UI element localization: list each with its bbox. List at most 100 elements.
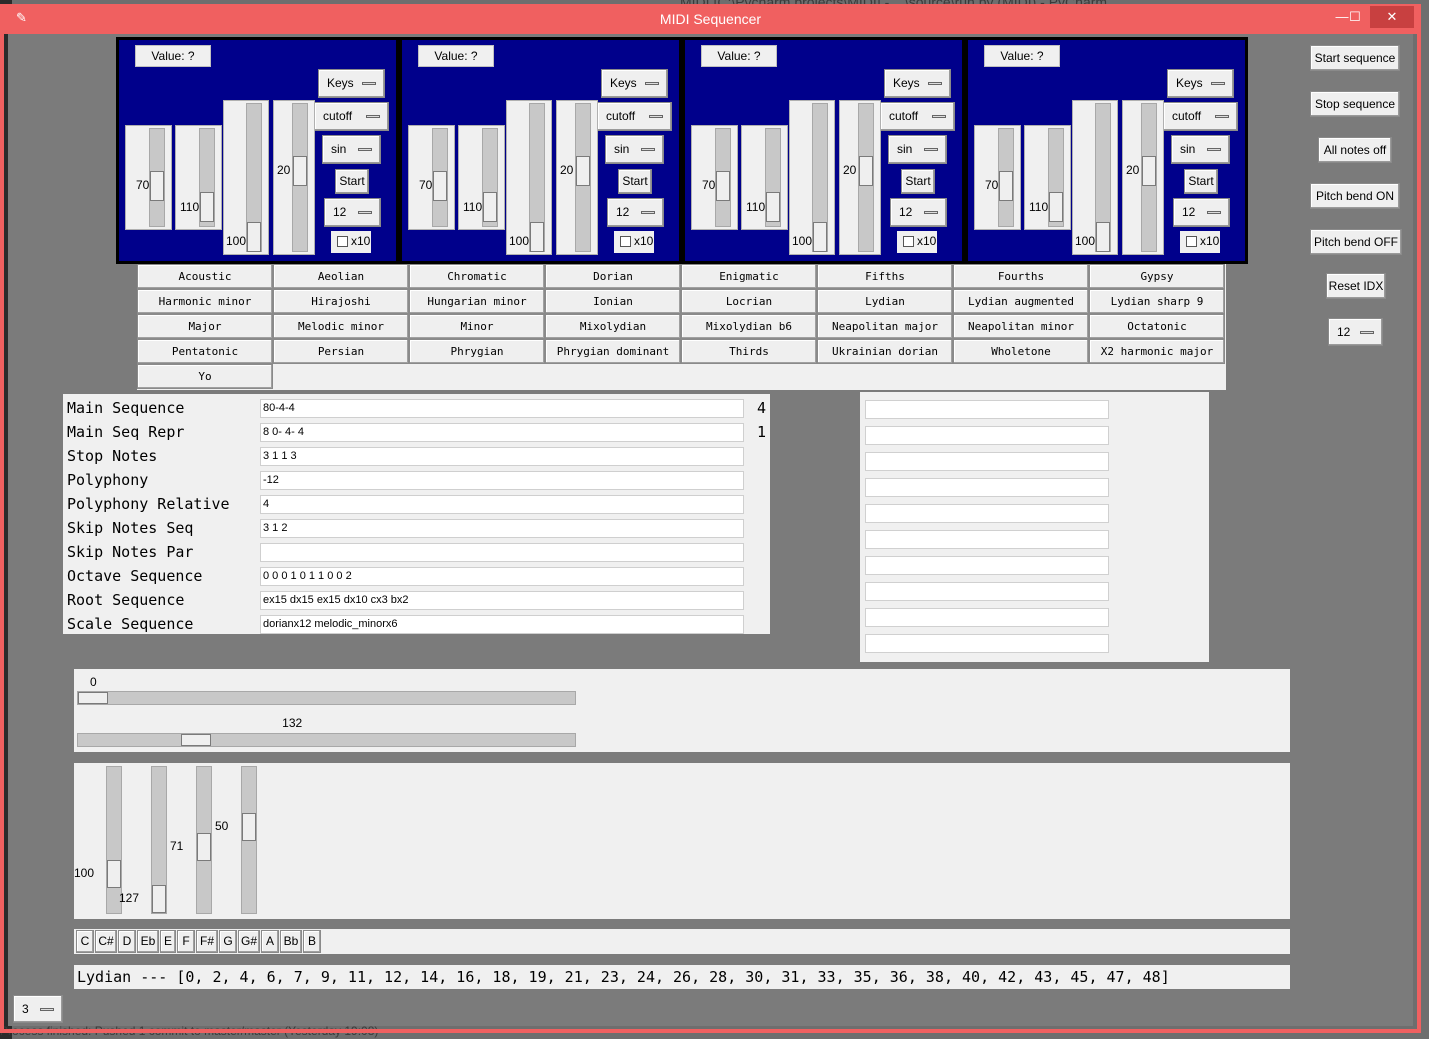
slider-thumb[interactable] bbox=[1049, 192, 1063, 222]
scale-button[interactable]: Chromatic bbox=[409, 264, 545, 289]
scale-button[interactable]: Lydian augmented bbox=[953, 289, 1089, 314]
mode-option-menu[interactable]: Keys bbox=[884, 69, 951, 98]
note-button[interactable]: Bb bbox=[280, 930, 302, 953]
scale-button[interactable]: Ionian bbox=[545, 289, 681, 314]
slider-trough[interactable] bbox=[715, 128, 731, 227]
hslider-2[interactable] bbox=[77, 733, 576, 747]
slider-thumb[interactable] bbox=[150, 171, 164, 201]
hslider-1-thumb[interactable] bbox=[78, 692, 108, 704]
slider-trough[interactable] bbox=[1095, 103, 1111, 252]
filter-option-menu[interactable]: cutoff bbox=[597, 102, 672, 131]
scale-button[interactable]: Harmonic minor bbox=[137, 289, 273, 314]
scale-button[interactable]: Major bbox=[137, 314, 273, 339]
scale-button[interactable]: Mixolydian b6 bbox=[681, 314, 817, 339]
wave-option-menu[interactable]: sin bbox=[322, 135, 381, 164]
scale-button[interactable]: Enigmatic bbox=[681, 264, 817, 289]
checkbox-box[interactable] bbox=[1186, 236, 1197, 247]
slider-thumb[interactable] bbox=[999, 171, 1013, 201]
scale-button[interactable]: Minor bbox=[409, 314, 545, 339]
filter-option-menu[interactable]: cutoff bbox=[1163, 102, 1238, 131]
slider-thumb[interactable] bbox=[433, 171, 447, 201]
note-button[interactable]: B bbox=[303, 930, 321, 953]
panel-slider-4[interactable]: 20 bbox=[839, 100, 881, 255]
slider-trough[interactable] bbox=[1048, 128, 1064, 227]
note-button[interactable]: E bbox=[160, 930, 176, 953]
scale-button[interactable]: Persian bbox=[273, 339, 409, 364]
sequence-entry[interactable] bbox=[865, 452, 1109, 471]
field-input[interactable] bbox=[260, 543, 744, 562]
sequence-entry[interactable] bbox=[865, 426, 1109, 445]
slider-trough[interactable] bbox=[292, 103, 308, 252]
sequence-entry[interactable] bbox=[865, 530, 1109, 549]
scale-button[interactable]: Mixolydian bbox=[545, 314, 681, 339]
note-button[interactable]: F bbox=[177, 930, 195, 953]
panel-slider-2[interactable]: 110 bbox=[175, 125, 222, 230]
note-button[interactable]: C bbox=[76, 930, 94, 953]
sequence-entry[interactable] bbox=[865, 634, 1109, 653]
slider-trough[interactable] bbox=[998, 128, 1014, 227]
note-button[interactable]: C# bbox=[95, 930, 117, 953]
slider-trough[interactable] bbox=[529, 103, 545, 252]
wave-option-menu[interactable]: sin bbox=[888, 135, 947, 164]
close-button[interactable]: ✕ bbox=[1370, 6, 1414, 28]
field-input[interactable]: 80-4-4 bbox=[260, 399, 744, 418]
field-input[interactable]: 4 bbox=[260, 495, 744, 514]
panel-slider-1[interactable]: 70 bbox=[125, 125, 172, 230]
slider-thumb[interactable] bbox=[200, 192, 214, 222]
slider-trough[interactable] bbox=[858, 103, 874, 252]
scale-button[interactable]: X2 harmonic major bbox=[1089, 339, 1225, 364]
scale-button[interactable]: Hirajoshi bbox=[273, 289, 409, 314]
sequence-entry[interactable] bbox=[865, 582, 1109, 601]
sequence-entry[interactable] bbox=[865, 608, 1109, 627]
slider-thumb[interactable] bbox=[576, 156, 590, 186]
checkbox-box[interactable] bbox=[903, 236, 914, 247]
hslider-1[interactable] bbox=[77, 691, 576, 705]
octave-option-menu[interactable]: 12 bbox=[1173, 198, 1230, 227]
start-button[interactable]: Start bbox=[1184, 169, 1218, 194]
scale-button[interactable]: Octatonic bbox=[1089, 314, 1225, 339]
stop-sequence-button[interactable]: Stop sequence bbox=[1310, 91, 1400, 117]
panel-slider-3[interactable]: 100 bbox=[789, 100, 835, 255]
note-button[interactable]: A bbox=[261, 930, 279, 953]
field-input[interactable]: 8 0- 4- 4 bbox=[260, 423, 744, 442]
field-input[interactable]: 3 1 1 3 bbox=[260, 447, 744, 466]
mode-option-menu[interactable]: Keys bbox=[601, 69, 668, 98]
scale-button[interactable]: Lydian bbox=[817, 289, 953, 314]
note-button[interactable]: G bbox=[219, 930, 237, 953]
mode-option-menu[interactable]: Keys bbox=[318, 69, 385, 98]
slider-thumb[interactable] bbox=[813, 222, 827, 252]
slider-thumb[interactable] bbox=[247, 222, 261, 252]
checkbox-box[interactable] bbox=[337, 236, 348, 247]
scale-button[interactable]: Phrygian dominant bbox=[545, 339, 681, 364]
octave-option-menu[interactable]: 12 bbox=[607, 198, 664, 227]
panel-slider-2[interactable]: 110 bbox=[1024, 125, 1071, 230]
scale-button[interactable]: Dorian bbox=[545, 264, 681, 289]
scale-button[interactable]: Fourths bbox=[953, 264, 1089, 289]
x10-checkbox[interactable]: x10 bbox=[1180, 231, 1220, 253]
start-button[interactable]: Start bbox=[618, 169, 652, 194]
slider-thumb[interactable] bbox=[483, 192, 497, 222]
scale-button[interactable]: Hungarian minor bbox=[409, 289, 545, 314]
slider-thumb[interactable] bbox=[530, 222, 544, 252]
scale-button[interactable]: Phrygian bbox=[409, 339, 545, 364]
scale-button[interactable]: Melodic minor bbox=[273, 314, 409, 339]
field-input[interactable]: dorianx12 melodic_minorx6 bbox=[260, 615, 744, 634]
wave-option-menu[interactable]: sin bbox=[1171, 135, 1230, 164]
velocity-slider[interactable] bbox=[151, 766, 167, 914]
velocity-slider[interactable] bbox=[241, 766, 257, 914]
scale-button[interactable]: Pentatonic bbox=[137, 339, 273, 364]
panel-slider-4[interactable]: 20 bbox=[556, 100, 598, 255]
x10-checkbox[interactable]: x10 bbox=[614, 231, 654, 253]
panel-slider-3[interactable]: 100 bbox=[223, 100, 269, 255]
scale-button[interactable]: Gypsy bbox=[1089, 264, 1225, 289]
start-button[interactable]: Start bbox=[335, 169, 369, 194]
slider-thumb[interactable] bbox=[1142, 156, 1156, 186]
scale-button[interactable]: Wholetone bbox=[953, 339, 1089, 364]
x10-checkbox[interactable]: x10 bbox=[331, 231, 371, 253]
panel-slider-3[interactable]: 100 bbox=[506, 100, 552, 255]
velocity-slider[interactable] bbox=[196, 766, 212, 914]
slider-trough[interactable] bbox=[765, 128, 781, 227]
slider-thumb[interactable] bbox=[293, 156, 307, 186]
slider-thumb[interactable] bbox=[766, 192, 780, 222]
panel-slider-4[interactable]: 20 bbox=[273, 100, 315, 255]
